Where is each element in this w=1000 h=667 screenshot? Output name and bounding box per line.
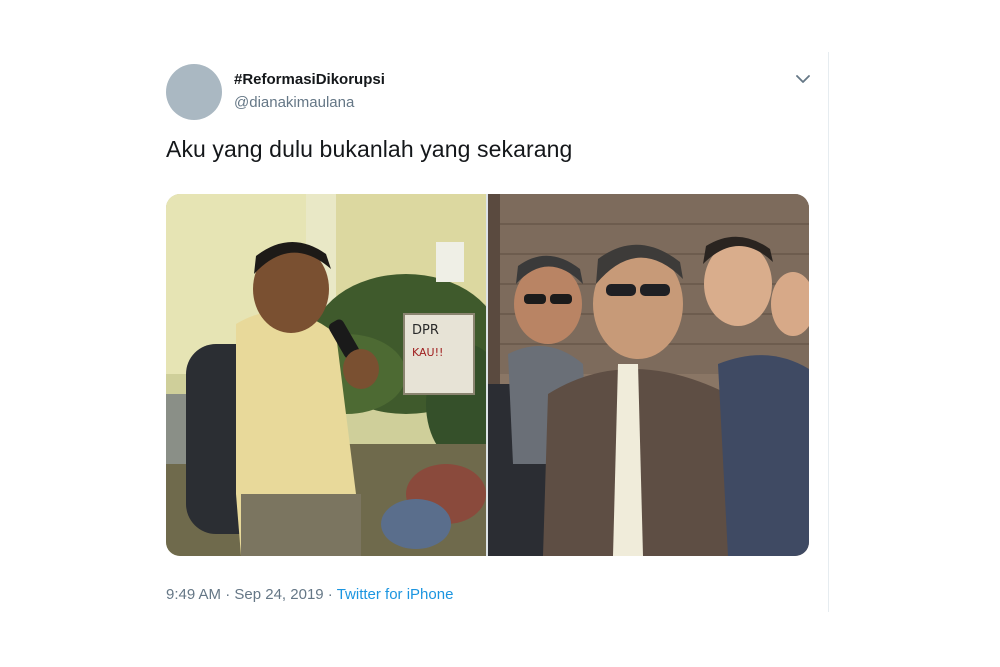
- photo-protester[interactable]: DPR KAU!!: [166, 194, 486, 556]
- tweet-card: #ReformasiDikorupsi @dianakimaulana Aku …: [150, 52, 829, 612]
- tweet-date[interactable]: Sep 24, 2019: [234, 586, 323, 603]
- svg-text:KAU!!: KAU!!: [412, 346, 443, 359]
- tweet-text: Aku yang dulu bukanlah yang sekarang: [166, 136, 573, 162]
- tweet-menu-button[interactable]: [792, 70, 814, 90]
- tweet-source-link[interactable]: Twitter for iPhone: [337, 586, 454, 603]
- avatar[interactable]: [166, 64, 222, 120]
- meta-separator: ·: [323, 586, 337, 603]
- tweet-meta: 9:49 AM · Sep 24, 2019 · Twitter for iPh…: [166, 586, 453, 603]
- protest-sign-text: DPR: [412, 323, 439, 338]
- page: #ReformasiDikorupsi @dianakimaulana Aku …: [0, 0, 1000, 667]
- photo-officials[interactable]: [488, 194, 809, 556]
- tweet-time[interactable]: 9:49 AM: [166, 586, 221, 603]
- display-name[interactable]: #ReformasiDikorupsi: [234, 71, 385, 88]
- tweet-media[interactable]: DPR KAU!!: [166, 194, 809, 556]
- meta-separator: ·: [221, 586, 235, 603]
- chevron-down-icon: [796, 71, 810, 89]
- user-handle[interactable]: @dianakimaulana: [234, 94, 354, 111]
